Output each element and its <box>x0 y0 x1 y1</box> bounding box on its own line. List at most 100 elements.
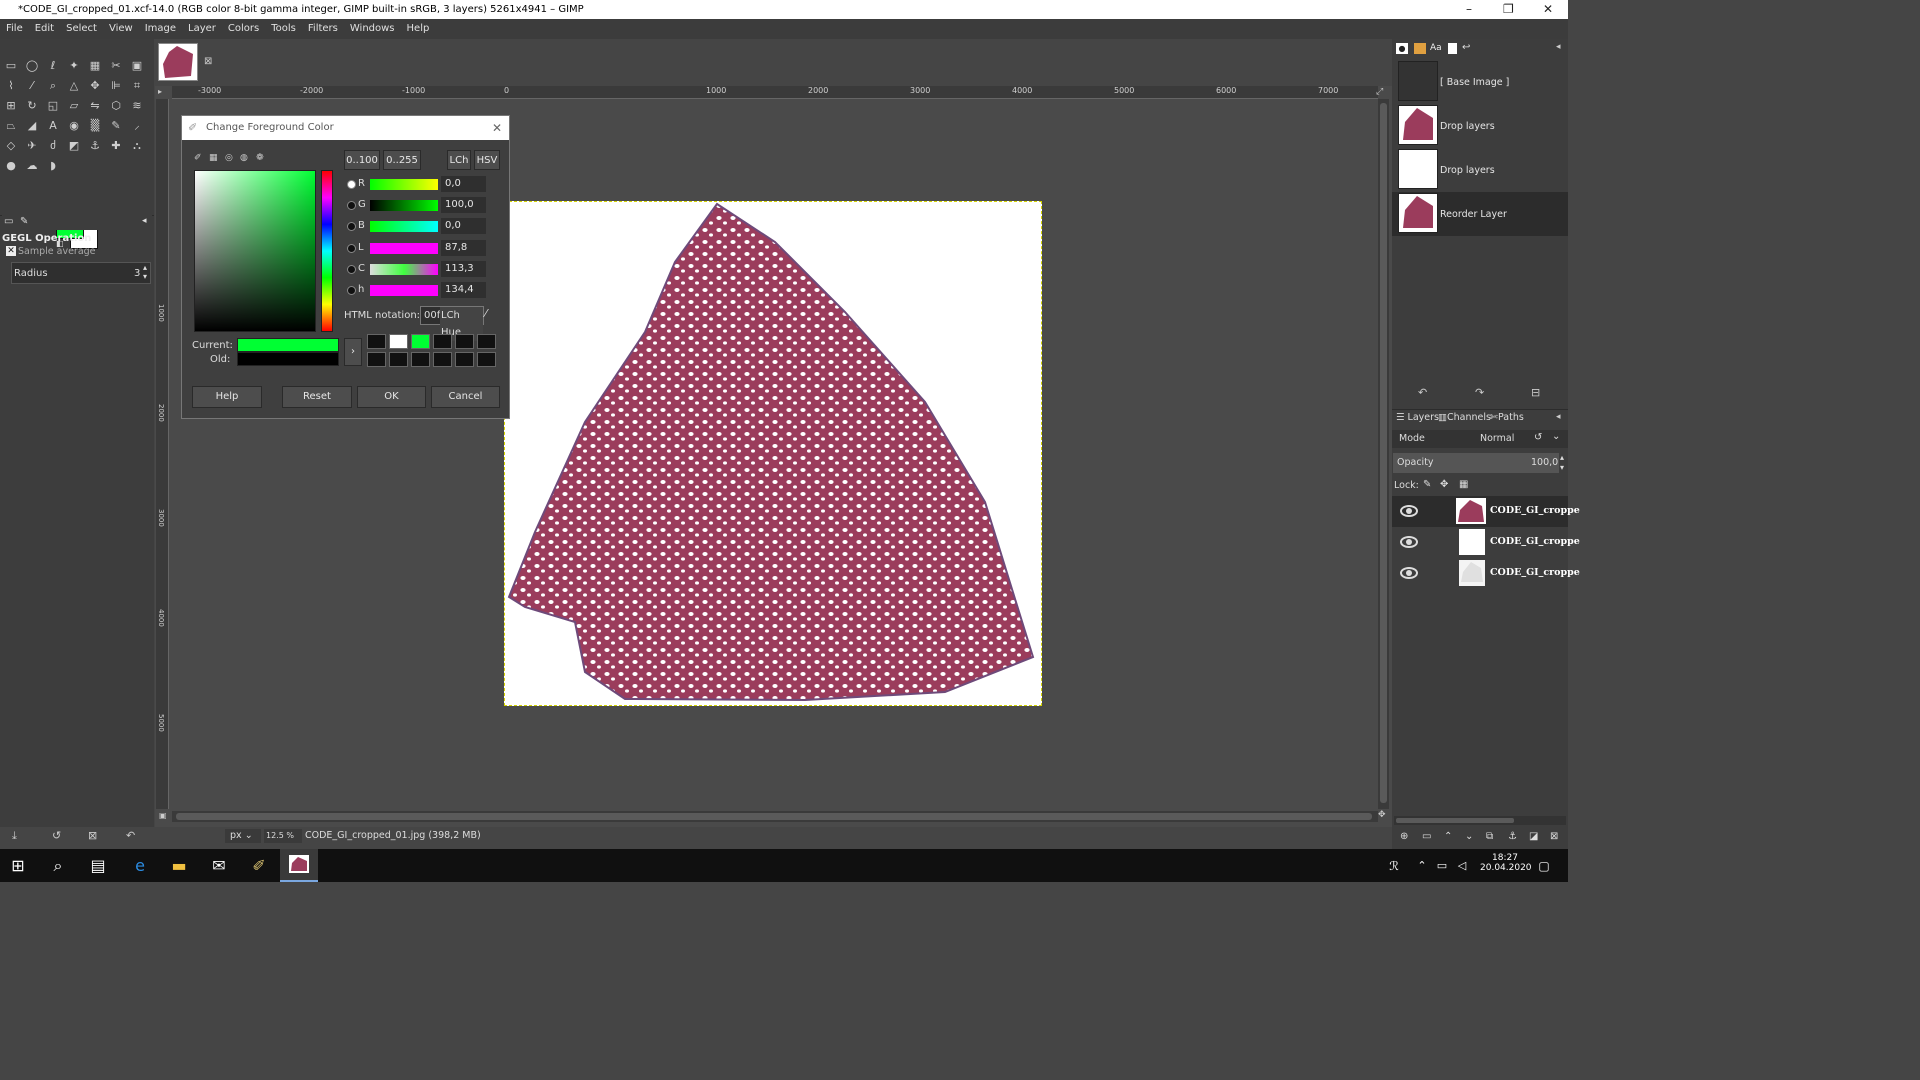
duplicate-layer-icon[interactable]: ⧉ <box>1486 831 1493 842</box>
channel-r-value[interactable]: 0,0 <box>441 176 486 192</box>
hsv-button[interactable]: HSV <box>474 150 500 170</box>
paintbrush-icon[interactable]: ⸝ <box>129 118 145 134</box>
vertical-scrollbar[interactable] <box>1378 99 1389 809</box>
channel-r-slider[interactable] <box>370 179 438 190</box>
lower-layer-icon[interactable]: ⌄ <box>1465 831 1473 842</box>
delete-layer-icon[interactable]: ⊠ <box>1550 831 1558 842</box>
airbrush-icon[interactable]: ✈ <box>24 138 40 154</box>
mail-icon[interactable]: ✉ <box>207 855 231 877</box>
free-select-icon[interactable]: ℓ <box>45 58 61 74</box>
eye-icon[interactable] <box>1400 536 1418 548</box>
warp-icon[interactable]: ≋ <box>129 98 145 114</box>
menu-file[interactable]: File <box>0 19 29 39</box>
hue-strip[interactable] <box>321 170 333 332</box>
raise-layer-icon[interactable]: ⌃ <box>1444 831 1452 842</box>
maximize-button[interactable]: ❐ <box>1503 0 1514 19</box>
image-canvas[interactable] <box>504 201 1042 706</box>
measure-icon[interactable]: △ <box>66 78 82 94</box>
scissors-icon[interactable]: ✂ <box>108 58 124 74</box>
ok-button[interactable]: OK <box>357 386 426 408</box>
gimp-taskbar-icon[interactable]: ✐ <box>247 855 271 877</box>
reset-options-icon[interactable]: ↶ <box>126 829 135 842</box>
wheel-selector-icon[interactable]: ◎ <box>225 153 233 163</box>
menu-view[interactable]: View <box>103 19 139 39</box>
history-item[interactable]: [ Base Image ] <box>1440 77 1509 88</box>
menu-colors[interactable]: Colors <box>222 19 265 39</box>
lch-button[interactable]: LCh <box>447 150 471 170</box>
channel-g-slider[interactable] <box>370 200 438 211</box>
horizontal-scrollbar[interactable] <box>172 811 1378 822</box>
align-icon[interactable]: ⊫ <box>108 78 124 94</box>
history-swatch[interactable] <box>455 352 474 367</box>
history-swatch[interactable] <box>477 334 496 349</box>
foreground-select-icon[interactable]: ▣ <box>129 58 145 74</box>
notifications-icon[interactable]: ▢ <box>1532 855 1556 877</box>
channel-l-radio[interactable] <box>347 244 356 253</box>
undo-history-tab-icon[interactable]: ↩ <box>1462 42 1470 53</box>
move-icon[interactable]: ✥ <box>87 78 103 94</box>
new-group-icon[interactable]: ▭ <box>1422 831 1431 842</box>
document-tab-icon[interactable] <box>1448 43 1457 54</box>
menu-edit[interactable]: Edit <box>29 19 60 39</box>
cmyk-selector-icon[interactable]: ▦ <box>209 153 218 163</box>
menu-help[interactable]: Help <box>401 19 436 39</box>
gradient-icon[interactable]: ▒ <box>87 118 103 134</box>
text-icon[interactable]: A <box>45 118 61 134</box>
close-tab-icon[interactable]: ⊠ <box>204 56 212 67</box>
ellipse-select-icon[interactable]: ◯ <box>24 58 40 74</box>
heal-icon[interactable]: ✚ <box>108 138 124 154</box>
restore-options-icon[interactable]: ↺ <box>52 829 61 842</box>
history-swatch[interactable] <box>389 352 408 367</box>
fuzzy-select-icon[interactable]: ✦ <box>66 58 82 74</box>
windows-start-icon[interactable]: ⊞ <box>6 855 30 877</box>
fonts-tab-icon[interactable]: Aa <box>1430 43 1442 53</box>
volume-icon[interactable]: ◁ <box>1450 855 1474 877</box>
history-item[interactable]: Reorder Layer <box>1440 209 1507 220</box>
channel-g-value[interactable]: 100,0 <box>441 197 486 213</box>
dodge-burn-icon[interactable]: ◗ <box>45 158 61 174</box>
reset-button[interactable]: Reset <box>282 386 352 408</box>
gimp-selector-icon[interactable]: ✐ <box>194 153 202 163</box>
channel-c-value[interactable]: 113,3 <box>441 261 486 277</box>
channel-c-slider[interactable] <box>370 264 438 275</box>
select-by-color-icon[interactable]: ▦ <box>87 58 103 74</box>
channel-c-radio[interactable] <box>347 265 356 274</box>
channel-b-radio[interactable] <box>347 222 356 231</box>
history-item[interactable]: Drop layers <box>1440 121 1495 132</box>
new-layer-icon[interactable]: ⊕ <box>1400 831 1408 842</box>
cancel-button[interactable]: Cancel <box>431 386 500 408</box>
eyedropper-icon[interactable]: ⁄ <box>485 307 487 320</box>
delete-options-icon[interactable]: ⊠ <box>88 829 97 842</box>
add-to-history-button[interactable]: › <box>344 338 362 366</box>
bucket-fill-icon[interactable]: ◢ <box>24 118 40 134</box>
menu-layer[interactable]: Layer <box>182 19 222 39</box>
blur-icon[interactable]: ● <box>3 158 19 174</box>
history-swatch[interactable] <box>411 352 430 367</box>
save-options-icon[interactable]: ⤓ <box>12 829 17 843</box>
tool-options-icon[interactable]: ▭ <box>4 216 13 227</box>
history-swatch[interactable] <box>477 352 496 367</box>
history-swatch[interactable] <box>433 334 452 349</box>
chevron-down-icon[interactable]: ⌄ <box>1552 431 1560 442</box>
mode-reset-icon[interactable]: ↺ <box>1534 432 1542 443</box>
mypaint-brush-icon[interactable]: ◩ <box>66 138 82 154</box>
zoom-icon[interactable]: ⌕ <box>45 78 61 94</box>
vertical-ruler[interactable]: 1000 2000 3000 4000 5000 <box>156 99 169 809</box>
ink-icon[interactable]: ძ <box>45 138 61 154</box>
lock-alpha-icon[interactable]: ▦ <box>1459 479 1468 490</box>
layer-row[interactable]: CODE_GI_croppe <box>1392 527 1580 558</box>
layer-row[interactable]: CODE_GI_croppe <box>1392 496 1580 527</box>
tab-channels[interactable]: ▥Channels <box>1438 412 1491 423</box>
clock[interactable]: 18:27 20.04.2020 <box>1480 853 1532 873</box>
menu-image[interactable]: Image <box>139 19 182 39</box>
crop-icon[interactable]: ⌗ <box>129 78 145 94</box>
undo-icon[interactable]: ↶ <box>1418 386 1427 399</box>
radius-stepper[interactable]: ▴ ▾ <box>143 263 147 281</box>
layers-scrollbar[interactable] <box>1394 816 1566 825</box>
tab-paths[interactable]: ✄Paths <box>1490 412 1524 423</box>
help-button[interactable]: Help <box>192 386 262 408</box>
cage-icon[interactable]: ⬡ <box>108 98 124 114</box>
history-swatch[interactable] <box>455 334 474 349</box>
shear-icon[interactable]: ▱ <box>66 98 82 114</box>
clear-history-icon[interactable]: ⊟ <box>1531 386 1540 399</box>
